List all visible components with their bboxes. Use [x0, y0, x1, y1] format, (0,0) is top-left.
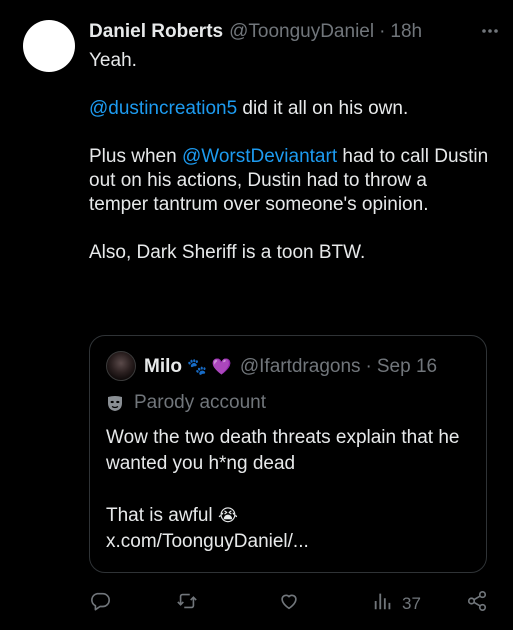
- retweet-icon: [176, 590, 198, 617]
- tweet-text: did it all on his own.: [237, 98, 409, 119]
- quote-text: That is awful: [106, 505, 218, 526]
- crying-emoji: 😭: [217, 506, 238, 525]
- quote-link[interactable]: x.com/ToonguyDaniel/...: [106, 531, 309, 552]
- quote-author-name[interactable]: Milo: [144, 356, 182, 378]
- share-button[interactable]: [466, 590, 488, 617]
- separator-dot: ·: [365, 356, 372, 377]
- like-button[interactable]: [278, 590, 300, 617]
- views-count: 37: [402, 593, 421, 613]
- heart-emoji: 💜: [211, 359, 232, 376]
- quote-paragraph: Wow the two death threats explain that h…: [106, 427, 460, 474]
- tweet-timestamp[interactable]: 18h: [390, 21, 422, 43]
- avatar[interactable]: [23, 20, 75, 72]
- reply-button[interactable]: [89, 590, 111, 617]
- mention-link[interactable]: @WorstDeviantart: [182, 146, 337, 167]
- more-icon[interactable]: [477, 21, 503, 41]
- author-name[interactable]: Daniel Roberts: [89, 21, 223, 43]
- author-handle[interactable]: @ToonguyDaniel: [229, 21, 374, 43]
- share-icon: [466, 590, 488, 617]
- views-icon: [372, 590, 394, 617]
- tweet-header: Daniel Roberts @ToonguyDaniel · 18h: [89, 20, 497, 44]
- parody-label-text: Parody account: [134, 392, 267, 413]
- paw-emoji: 🐾: [187, 359, 207, 376]
- views-button[interactable]: 37: [372, 590, 421, 617]
- tweet-paragraph: @dustincreation5 did it all on his own.: [89, 97, 489, 121]
- quoted-tweet[interactable]: Milo 🐾 💜 @Ifartdragons · Sep 16 Parody a…: [89, 335, 487, 573]
- quote-header: Milo 🐾 💜 @Ifartdragons · Sep 16: [144, 356, 474, 378]
- tweet-text: Plus when: [89, 146, 182, 167]
- like-icon: [278, 590, 300, 617]
- tweet-paragraph: Plus when @WorstDeviantart had to call D…: [89, 145, 489, 217]
- mention-link[interactable]: @dustincreation5: [89, 98, 237, 119]
- quote-body: Wow the two death threats explain that h…: [106, 425, 476, 555]
- tweet-paragraph: Also, Dark Sheriff is a toon BTW.: [89, 242, 366, 263]
- quote-paragraph: That is awful 😭 x.com/ToonguyDaniel/...: [106, 503, 476, 555]
- tweet-paragraph: Yeah.: [89, 50, 137, 71]
- action-bar: 37: [89, 590, 491, 620]
- retweet-button[interactable]: [176, 590, 198, 617]
- quote-timestamp[interactable]: Sep 16: [377, 356, 437, 378]
- reply-icon: [89, 590, 111, 617]
- separator-dot: ·: [379, 21, 386, 42]
- tweet-body: Yeah. @dustincreation5 did it all on his…: [89, 49, 489, 265]
- quote-author-handle[interactable]: @Ifartdragons: [240, 356, 361, 378]
- parody-mask-icon: [106, 394, 124, 412]
- quote-avatar[interactable]: [106, 351, 136, 381]
- parody-label: Parody account: [106, 392, 266, 414]
